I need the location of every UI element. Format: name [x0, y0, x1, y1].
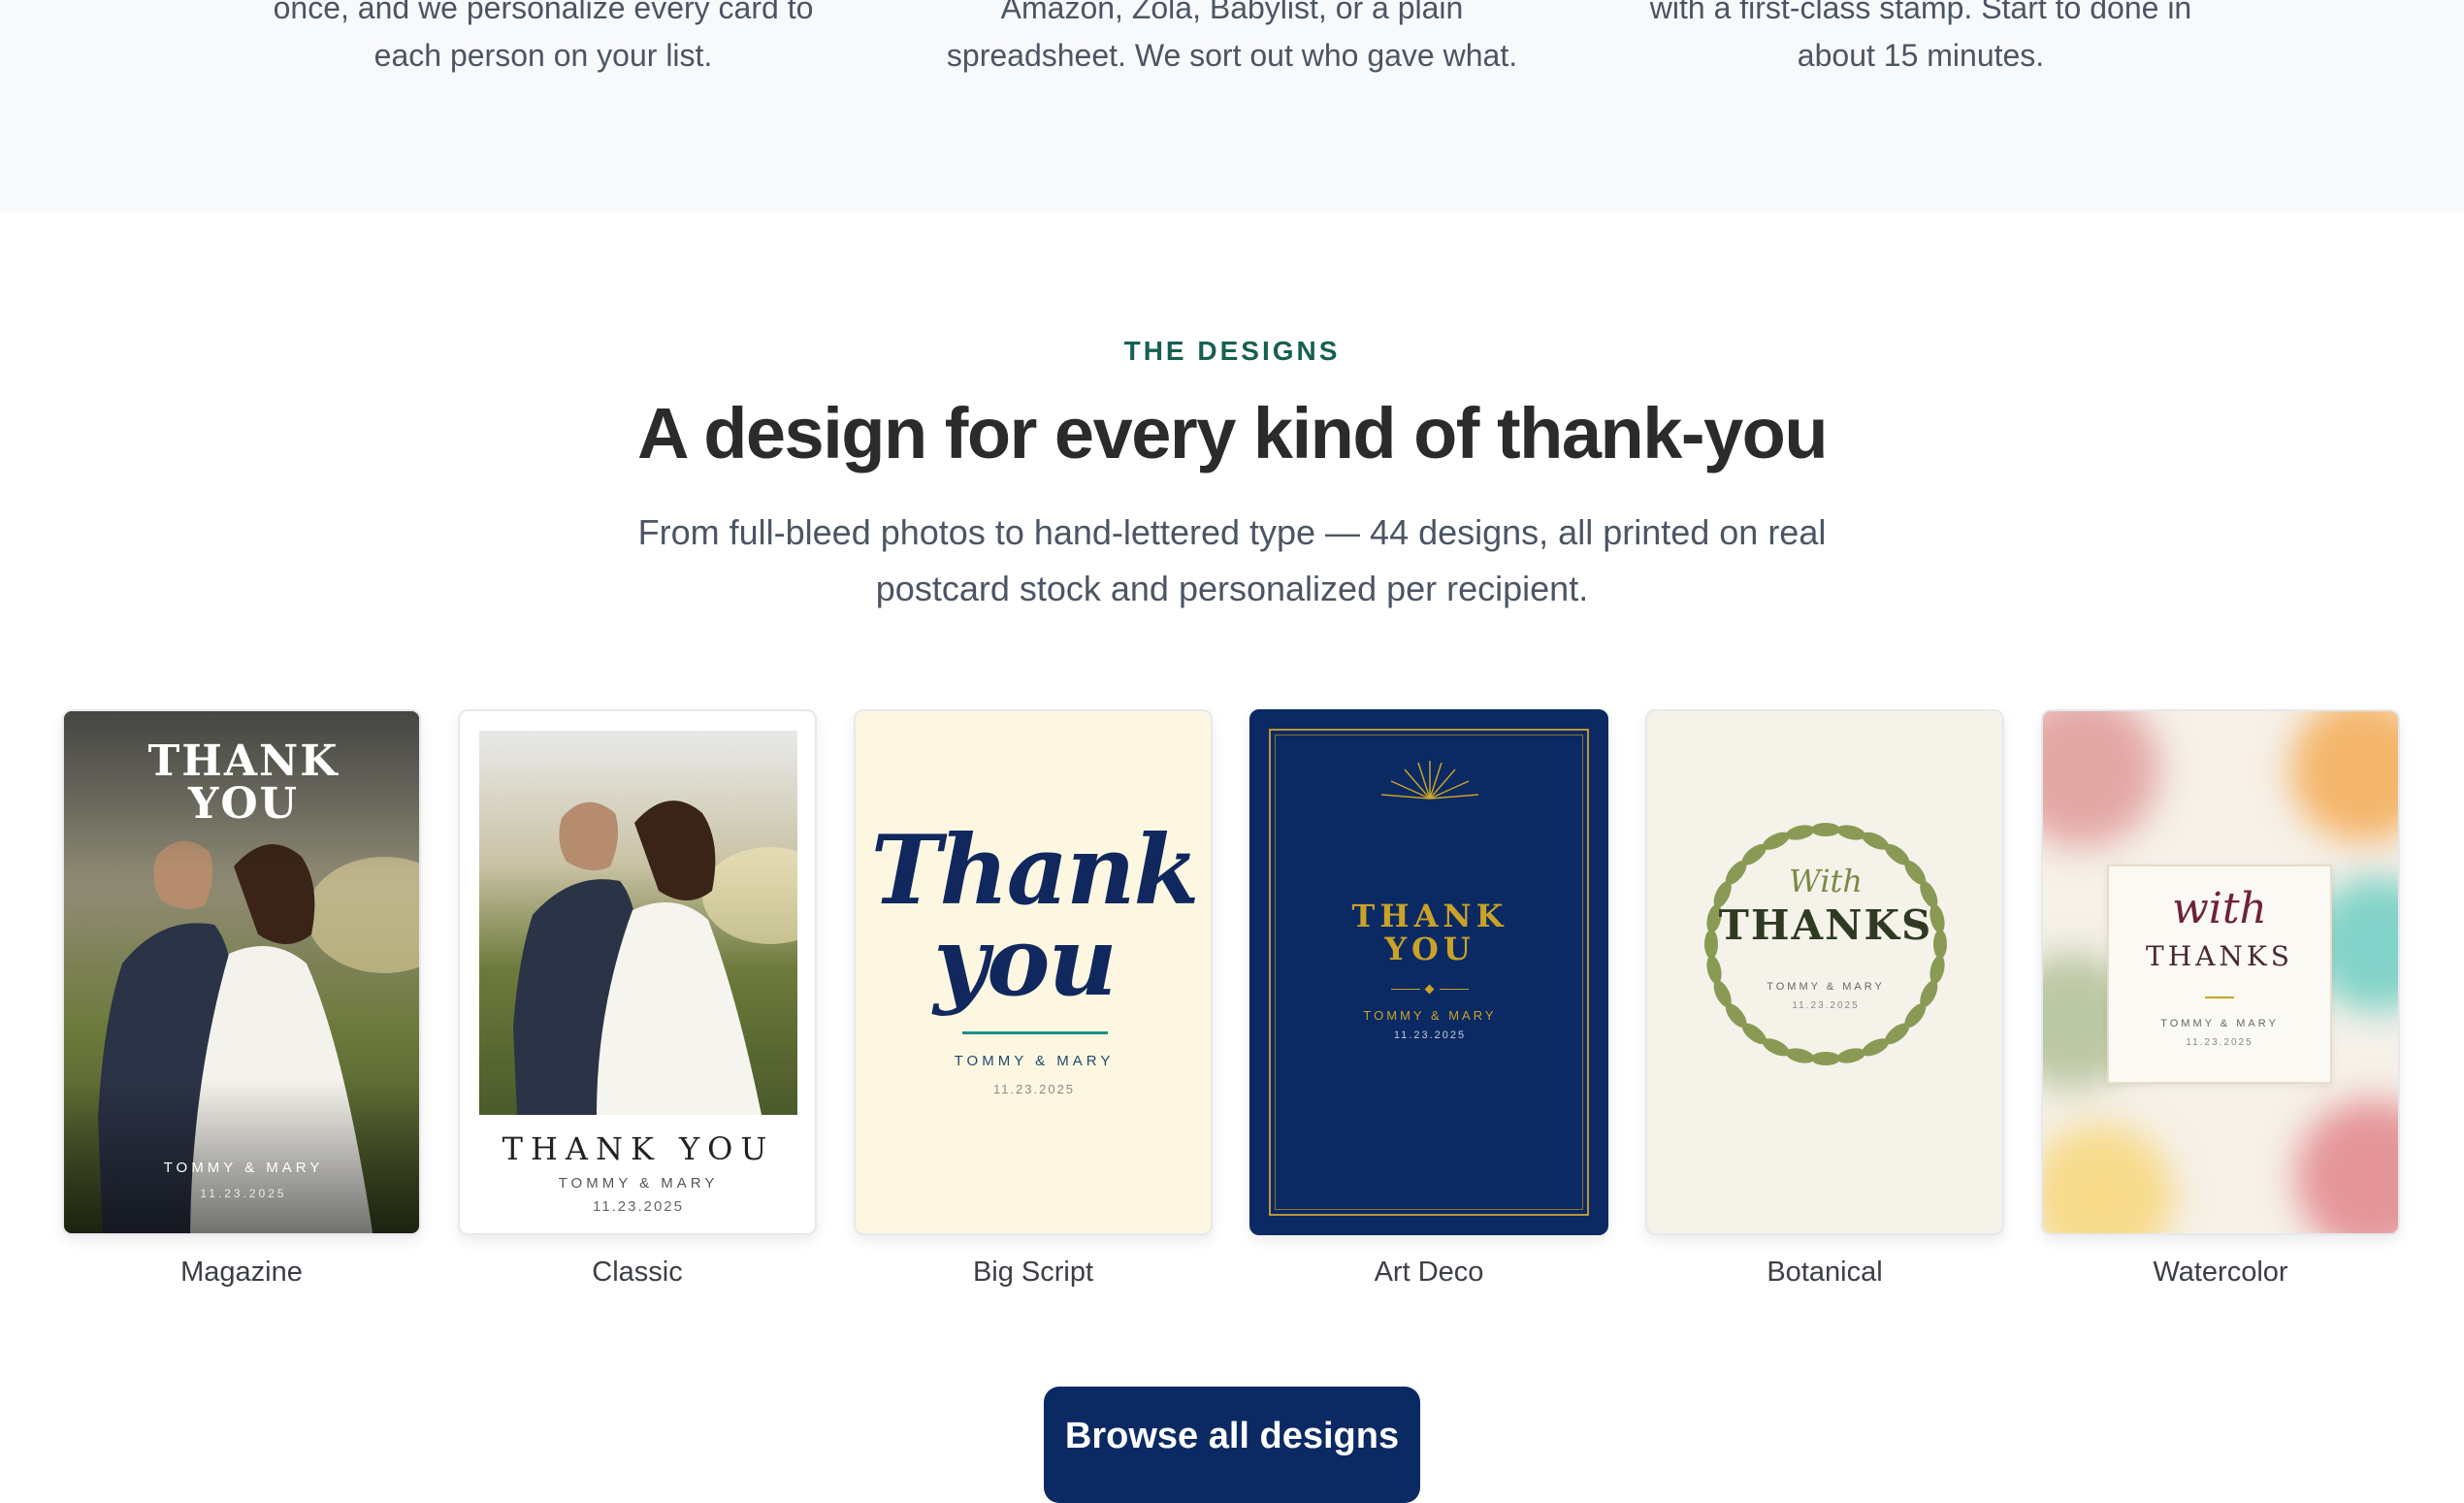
- wreath-leaf: [1811, 823, 1840, 836]
- wreath-leaf: [1785, 1048, 1815, 1063]
- card-label-botanical: Botanical: [1767, 1257, 1883, 1288]
- card-date: 11.23.2025: [2186, 1037, 2253, 1048]
- wreath-leaf: [1836, 1048, 1866, 1063]
- design-card-big-script[interactable]: Thank you TOMMY & MARY 11.23.2025: [854, 709, 1213, 1235]
- card-names: TOMMY & MARY: [558, 1175, 719, 1192]
- browse-all-designs-button[interactable]: Browse all designs: [1044, 1387, 1420, 1503]
- card-date: 11.23.2025: [1792, 1000, 1860, 1011]
- design-card-botanical[interactable]: With THANKS TOMMY & MARY 11.23.2025: [1645, 709, 2004, 1235]
- card-title: THANKS: [2146, 940, 2293, 972]
- section-title: A design for every kind of thank-you: [636, 393, 1829, 474]
- design-card-watercolor[interactable]: with THANKS TOMMY & MARY 11.23.2025: [2041, 709, 2400, 1235]
- feature-mailing-text: with a first-class stamp. Start to done …: [1649, 0, 2192, 73]
- card-names: TOMMY & MARY: [954, 1053, 1115, 1069]
- feature-registry-text: Amazon, Zola, Babylist, or a plain sprea…: [946, 0, 1518, 73]
- card-subtitle: with: [2172, 884, 2267, 933]
- card-date: 11.23.2025: [200, 1187, 287, 1200]
- section-eyebrow: THE DESIGNS: [1123, 336, 1341, 366]
- card-date: 11.23.2025: [1393, 1029, 1467, 1041]
- card-label-art-deco: Art Deco: [1374, 1257, 1484, 1288]
- design-card-magazine[interactable]: THANK YOU TOMMY & MARY 11.23.2025: [62, 709, 421, 1235]
- card-label-magazine: Magazine: [180, 1257, 303, 1288]
- wreath-leaf: [1811, 1052, 1840, 1065]
- card-title: THANKS: [1718, 901, 1933, 949]
- card-date: 11.23.2025: [593, 1198, 684, 1215]
- card-title: THANK YOU: [1351, 898, 1508, 967]
- card-names: TOMMY & MARY: [1363, 1008, 1497, 1023]
- wreath-leaf: [1836, 825, 1866, 840]
- wedding-photo: [479, 731, 797, 1115]
- wreath-leaf: [1785, 825, 1815, 840]
- card-subtitle: With: [1788, 863, 1864, 899]
- sunburst-icon: [1380, 761, 1479, 800]
- feature-personalize-text: once, and we personalize every card to e…: [273, 0, 814, 73]
- features-band: once, and we personalize every card to e…: [0, 0, 2464, 212]
- section-subtitle: From full-bleed photos to hand-lettered …: [637, 512, 1827, 608]
- deco-divider: [1391, 984, 1469, 995]
- card-label-big-script: Big Script: [972, 1257, 1094, 1288]
- card-title: THANK YOU: [147, 736, 340, 829]
- card-title: Thank you: [870, 815, 1200, 1018]
- card-date: 11.23.2025: [992, 1082, 1076, 1096]
- card-title: THANK YOU: [502, 1130, 775, 1167]
- script-underline: [962, 1031, 1108, 1034]
- design-card-art-deco[interactable]: THANK YOU TOMMY & MARY 11.23.2025: [1249, 709, 1608, 1235]
- card-names: TOMMY & MARY: [2160, 1018, 2279, 1029]
- card-label-watercolor: Watercolor: [2153, 1257, 2288, 1288]
- watercolor-inner-panel: with THANKS TOMMY & MARY 11.23.2025: [2107, 865, 2332, 1084]
- card-label-classic: Classic: [592, 1257, 683, 1288]
- card-names: TOMMY & MARY: [1767, 981, 1885, 993]
- card-names: TOMMY & MARY: [163, 1160, 324, 1176]
- design-card-classic[interactable]: THANK YOU TOMMY & MARY 11.23.2025: [458, 709, 817, 1235]
